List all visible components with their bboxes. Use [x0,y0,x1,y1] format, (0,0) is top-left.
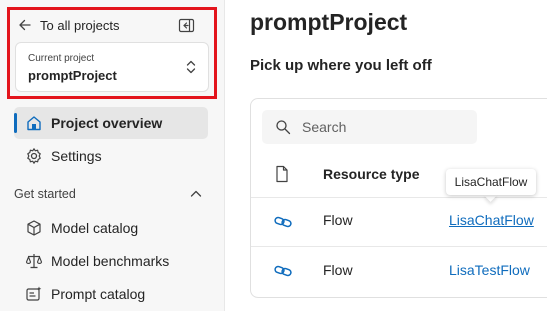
row-divider [251,197,547,198]
collapse-sidebar-button[interactable] [176,15,196,35]
file-icon [276,165,288,183]
project-caption: Current project [28,53,95,64]
table-cell-type: Flow [323,212,353,228]
section-label: Get started [14,187,76,201]
flow-link-icon [274,216,292,228]
project-selector[interactable]: Current project promptProject [15,42,209,92]
row-divider [251,246,547,247]
resource-link-lisatestflow[interactable]: LisaTestFlow [449,262,530,278]
section-get-started[interactable]: Get started [14,184,208,204]
sidebar-item-label: Model catalog [51,220,139,236]
project-name: promptProject [28,68,117,83]
column-header-resource-type[interactable]: Resource type [323,166,419,182]
gear-icon [24,146,44,166]
search-box[interactable] [262,110,477,144]
active-indicator [14,113,17,133]
sidebar-item-settings[interactable]: Settings [14,140,208,172]
page-title: promptProject [250,9,408,35]
back-to-all-projects-link[interactable]: To all projects [17,14,119,36]
resource-link-lisachatflow[interactable]: LisaChatFlow [449,212,534,228]
home-icon [24,113,44,133]
sidebar-item-prompt-catalog[interactable]: Prompt catalog [14,278,208,310]
prompt-sparkle-icon [24,284,44,304]
sidebar-item-project-overview[interactable]: Project overview [14,107,208,139]
sidebar-item-model-benchmarks[interactable]: Model benchmarks [14,245,208,277]
search-input[interactable] [302,119,462,135]
sidebar-item-label: Settings [51,148,102,164]
sidebar-item-model-catalog[interactable]: Model catalog [14,212,208,244]
flow-link-icon [274,265,292,277]
sidebar-divider [224,0,225,311]
sidebar-item-label: Model benchmarks [51,253,170,269]
cube-icon [24,218,44,238]
arrow-left-icon [19,19,31,31]
table-cell-type: Flow [323,262,353,278]
sidebar-item-label: Project overview [51,115,163,131]
panel-collapse-icon [178,18,194,32]
search-icon [276,120,291,135]
chevron-up-icon [190,190,202,197]
chevron-up-down-icon [186,60,196,74]
page-subtitle: Pick up where you left off [250,57,432,74]
scale-icon [24,251,44,271]
sidebar-item-label: Prompt catalog [51,286,146,302]
back-label: To all projects [40,17,120,33]
tooltip: LisaChatFlow [446,169,536,195]
